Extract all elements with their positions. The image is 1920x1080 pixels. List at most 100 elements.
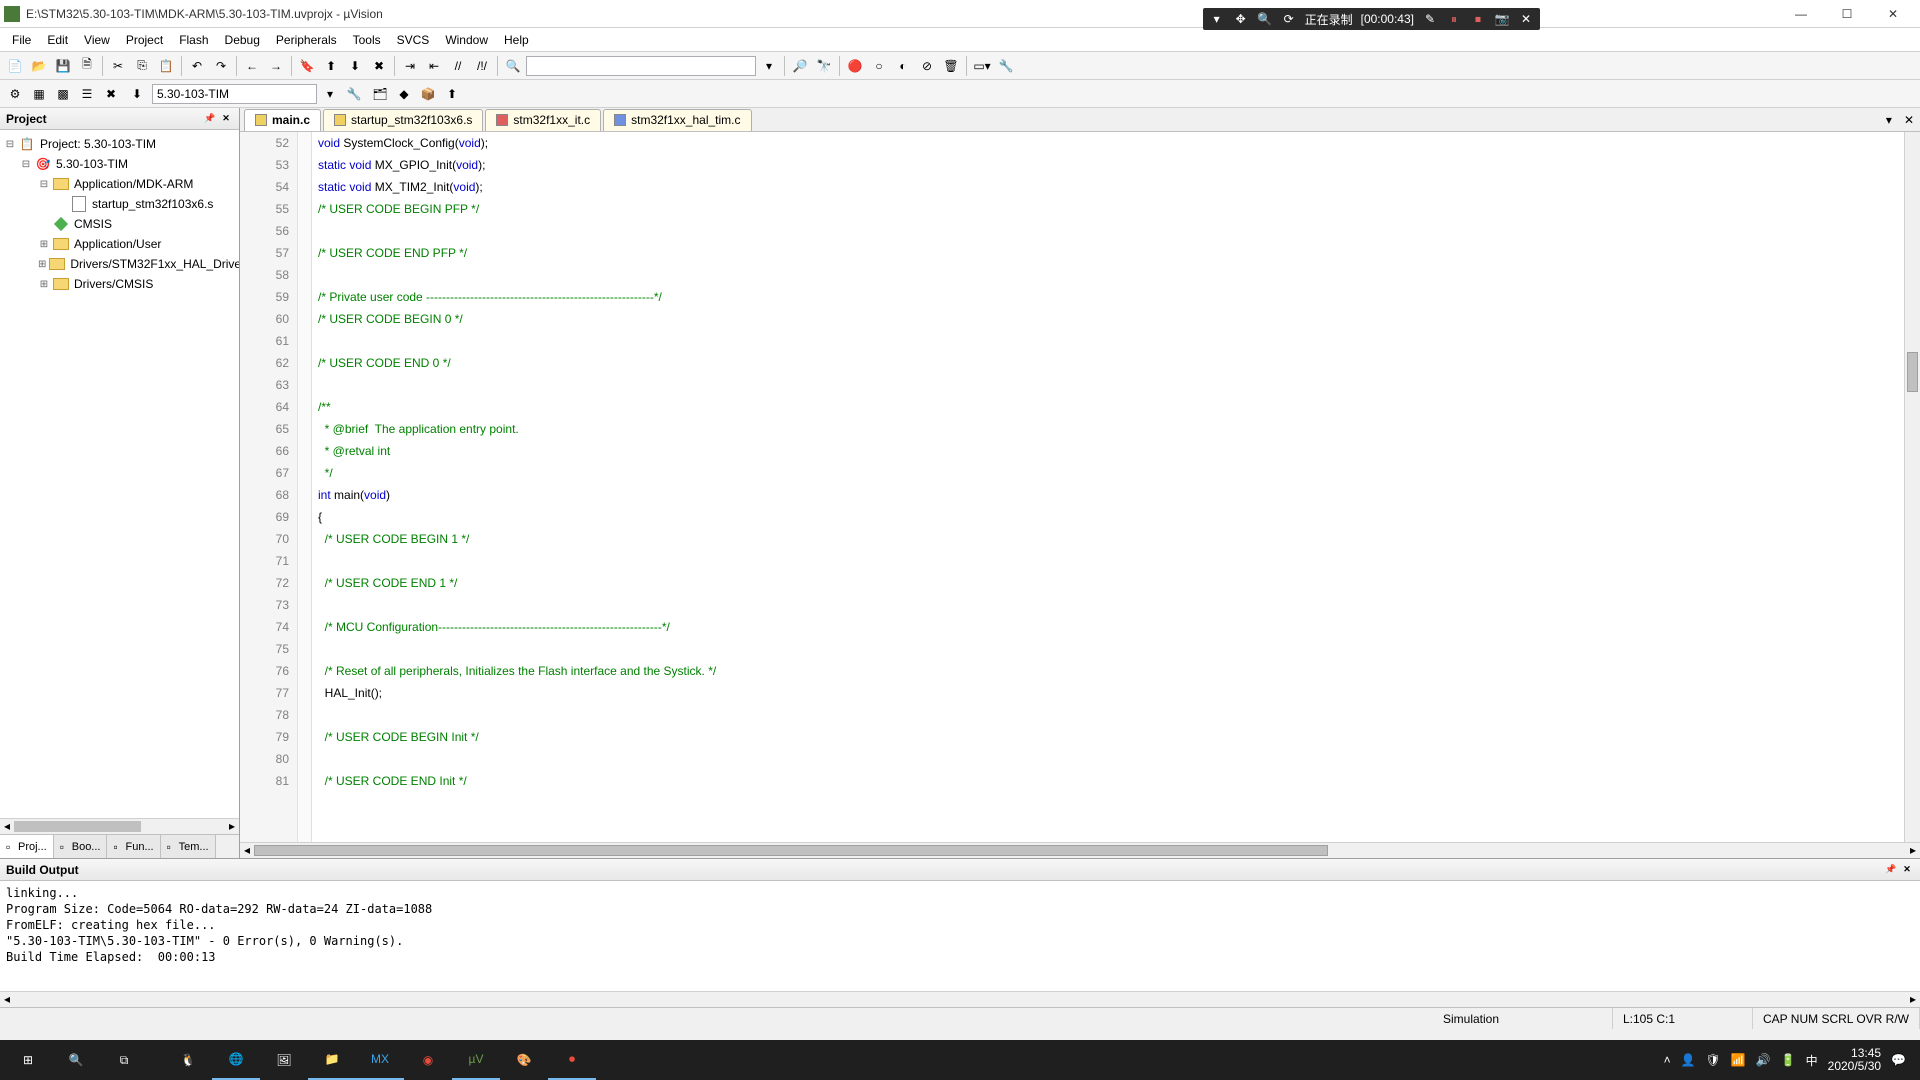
project-tab[interactable]: ▫Fun...: [107, 835, 160, 858]
copy-button[interactable]: ⎘: [131, 55, 153, 77]
tray-security-icon[interactable]: 🛡: [1706, 1053, 1721, 1067]
build-output-text[interactable]: linking... Program Size: Code=5064 RO-da…: [0, 881, 1920, 991]
project-tab[interactable]: ▫Proj...: [0, 835, 54, 858]
start-button[interactable]: ⊞: [4, 1040, 52, 1080]
bookmark-button[interactable]: 🔖: [296, 55, 318, 77]
tree-node[interactable]: ⊞Drivers/CMSIS: [2, 274, 237, 294]
menu-flash[interactable]: Flash: [171, 30, 216, 50]
target-dropdown-button[interactable]: ▾: [319, 83, 341, 105]
rebuild-button[interactable]: ▩: [52, 83, 74, 105]
nav-forward-button[interactable]: →: [265, 55, 287, 77]
tray-ime-icon[interactable]: 中: [1806, 1052, 1818, 1069]
rec-pause-icon[interactable]: ⏸: [1446, 11, 1462, 27]
tree-node[interactable]: ⊟📋Project: 5.30-103-TIM: [2, 134, 237, 154]
menu-debug[interactable]: Debug: [217, 30, 268, 50]
menu-view[interactable]: View: [76, 30, 118, 50]
taskbar-uvision[interactable]: µV: [452, 1040, 500, 1080]
configure-button[interactable]: 🔧: [995, 55, 1017, 77]
task-view-button[interactable]: ⧉: [100, 1040, 148, 1080]
project-tree[interactable]: ⊟📋Project: 5.30-103-TIM⊟🎯5.30-103-TIM⊟Ap…: [0, 130, 239, 818]
editor-tab[interactable]: startup_stm32f103x6.s: [323, 109, 483, 131]
batch-build-button[interactable]: ☰: [76, 83, 98, 105]
new-file-button[interactable]: 📄: [4, 55, 26, 77]
taskbar-app-7[interactable]: 🎨: [500, 1040, 548, 1080]
nav-back-button[interactable]: ←: [241, 55, 263, 77]
menu-peripherals[interactable]: Peripherals: [268, 30, 345, 50]
tree-expander-icon[interactable]: ⊟: [38, 179, 50, 190]
project-tab[interactable]: ▫Boo...: [54, 835, 108, 858]
bookmark-prev-button[interactable]: ⬆: [320, 55, 342, 77]
tree-node[interactable]: ⊟Application/MDK-ARM: [2, 174, 237, 194]
editor-tab[interactable]: stm32f1xx_it.c: [485, 109, 601, 131]
tray-volume-icon[interactable]: 🔊: [1756, 1053, 1771, 1067]
save-button[interactable]: 💾: [52, 55, 74, 77]
tree-expander-icon[interactable]: ⊟: [4, 139, 16, 150]
menu-window[interactable]: Window: [437, 30, 496, 50]
tray-notifications-icon[interactable]: 💬: [1891, 1053, 1906, 1067]
taskbar-cubemx[interactable]: MX: [356, 1040, 404, 1080]
menu-project[interactable]: Project: [118, 30, 171, 50]
tree-expander-icon[interactable]: ⊟: [20, 159, 32, 170]
editor-vscroll[interactable]: [1904, 132, 1920, 842]
find-button[interactable]: 🔍: [502, 55, 524, 77]
rec-pencil-icon[interactable]: ✎: [1422, 11, 1438, 27]
panel-pin-icon[interactable]: 📌: [203, 112, 217, 126]
rec-move-icon[interactable]: ✥: [1233, 11, 1249, 27]
uncomment-button[interactable]: /!/: [471, 55, 493, 77]
tree-node[interactable]: startup_stm32f103x6.s: [2, 194, 237, 214]
tree-expander-icon[interactable]: ⊞: [38, 279, 50, 290]
editor-tab-list-button[interactable]: ▾: [1880, 113, 1898, 127]
translate-button[interactable]: ⚙: [4, 83, 26, 105]
pack-installer-button[interactable]: ⬆: [441, 83, 463, 105]
download-button[interactable]: ⬇: [126, 83, 148, 105]
debug-start-button[interactable]: 🔴: [844, 55, 866, 77]
project-tab[interactable]: ▫Tem...: [161, 835, 216, 858]
fold-gutter[interactable]: [298, 132, 312, 842]
tray-date[interactable]: 2020/5/30: [1828, 1060, 1881, 1073]
select-packs-button[interactable]: 📦: [417, 83, 439, 105]
editor-hscroll[interactable]: ◂ ▸: [240, 842, 1920, 858]
bookmark-clear-button[interactable]: ✖: [368, 55, 390, 77]
enable-breakpoint-button[interactable]: ◐: [892, 55, 914, 77]
maximize-button[interactable]: ☐: [1824, 0, 1870, 28]
taskbar-edge[interactable]: 🌐: [212, 1040, 260, 1080]
window-list-button[interactable]: ▭▾: [971, 55, 993, 77]
undo-button[interactable]: ↶: [186, 55, 208, 77]
save-all-button[interactable]: 🗎: [76, 55, 98, 77]
build-button[interactable]: ▦: [28, 83, 50, 105]
rec-close-icon[interactable]: ✕: [1518, 11, 1534, 27]
editor-tab[interactable]: stm32f1xx_hal_tim.c: [603, 109, 751, 131]
target-options-button[interactable]: 🔧: [343, 83, 365, 105]
taskbar-app-red[interactable]: ◉: [404, 1040, 452, 1080]
taskbar-explorer[interactable]: 📁: [308, 1040, 356, 1080]
rec-camera-icon[interactable]: 📷: [1494, 11, 1510, 27]
tree-node[interactable]: ⊟🎯5.30-103-TIM: [2, 154, 237, 174]
open-file-button[interactable]: 📂: [28, 55, 50, 77]
editor-tab[interactable]: main.c: [244, 109, 321, 131]
menu-svcs[interactable]: SVCS: [389, 30, 438, 50]
incremental-find-button[interactable]: 🔭: [813, 55, 835, 77]
menu-tools[interactable]: Tools: [345, 30, 389, 50]
taskbar-app-1[interactable]: 🐧: [164, 1040, 212, 1080]
indent-button[interactable]: ⇥: [399, 55, 421, 77]
tree-expander-icon[interactable]: ⊞: [38, 239, 50, 250]
taskbar-photos[interactable]: 🖼: [260, 1040, 308, 1080]
tray-people-icon[interactable]: 👤: [1681, 1053, 1696, 1067]
project-hscroll[interactable]: ◂ ▸: [0, 818, 239, 834]
menu-help[interactable]: Help: [496, 30, 537, 50]
rec-stop-icon[interactable]: ⏹: [1470, 11, 1486, 27]
tree-node[interactable]: CMSIS: [2, 214, 237, 234]
build-panel-pin-icon[interactable]: 📌: [1884, 863, 1898, 877]
close-button[interactable]: ✕: [1870, 0, 1916, 28]
find-next-button[interactable]: ▾: [758, 55, 780, 77]
build-hscroll[interactable]: ◂ ▸: [0, 991, 1920, 1007]
minimize-button[interactable]: —: [1778, 0, 1824, 28]
comment-button[interactable]: //: [447, 55, 469, 77]
manage-rte-button[interactable]: ◆: [393, 83, 415, 105]
insert-breakpoint-button[interactable]: ○: [868, 55, 890, 77]
cut-button[interactable]: ✂: [107, 55, 129, 77]
rec-search-icon[interactable]: 🔍: [1257, 11, 1273, 27]
search-button[interactable]: 🔍: [52, 1040, 100, 1080]
tree-node[interactable]: ⊞Application/User: [2, 234, 237, 254]
recorder-overlay[interactable]: ▾ ✥ 🔍 ⟳ 正在录制 [00:00:43] ✎ ⏸ ⏹ 📷 ✕: [1203, 8, 1540, 30]
